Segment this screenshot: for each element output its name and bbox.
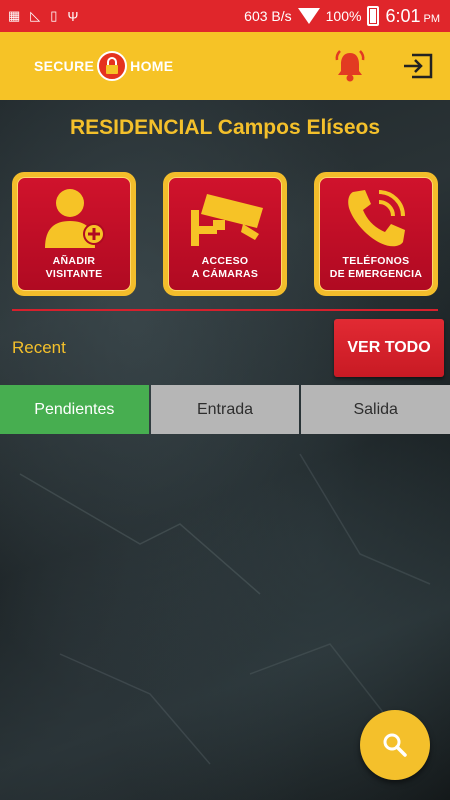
add-user-icon <box>12 186 136 250</box>
logo: SECURE HOME <box>34 51 173 81</box>
logo-text-left: SECURE <box>34 58 95 74</box>
action-tiles: AÑADIR VISITANTE ACCESO A CÁMARAS TELÉFO… <box>12 172 438 296</box>
view-all-button[interactable]: VER TODO <box>334 319 444 377</box>
notification-icons: ▦ ◺ ▯ Ψ <box>8 8 78 24</box>
logout-button[interactable] <box>400 48 436 84</box>
add-visitor-tile[interactable]: AÑADIR VISITANTE <box>12 172 136 296</box>
tab-entrada[interactable]: Entrada <box>150 385 300 434</box>
tab-salida[interactable]: Salida <box>301 385 450 434</box>
tile-label: TELÉFONOS DE EMERGENCIA <box>329 255 423 280</box>
wifi-icon <box>297 8 320 24</box>
sim-icon: ▯ <box>50 8 58 23</box>
lock-icon <box>97 51 128 81</box>
app-bar: SECURE HOME <box>0 32 450 100</box>
logout-icon <box>404 53 433 79</box>
residence-title: RESIDENCIAL Campos Elíseos <box>69 116 381 139</box>
phone-icon <box>314 186 438 250</box>
battery-percent: 100% <box>325 8 362 24</box>
tile-label: AÑADIR VISITANTE <box>45 255 103 280</box>
camera-icon <box>163 186 287 250</box>
bell-icon <box>335 50 365 82</box>
logo-text-right: HOME <box>130 58 174 74</box>
signal-off-icon: ◺ <box>30 8 41 23</box>
divider <box>12 309 438 311</box>
status-bar: ▦ ◺ ▯ Ψ 603 B/s 100% 6:01 PM <box>0 0 450 32</box>
camera-access-tile[interactable]: ACCESO A CÁMARAS <box>163 172 287 296</box>
recent-label: Recent <box>12 338 66 357</box>
net-speed: 603 B/s <box>244 8 292 24</box>
notification-icon: ▦ <box>8 8 21 23</box>
tile-label: ACCESO A CÁMARAS <box>191 255 259 280</box>
tab-pendientes[interactable]: Pendientes <box>0 385 149 434</box>
search-button[interactable] <box>360 710 430 780</box>
emergency-phones-tile[interactable]: TELÉFONOS DE EMERGENCIA <box>314 172 438 296</box>
battery-icon <box>367 6 380 26</box>
usb-icon: Ψ <box>67 8 79 24</box>
visit-tabs: Pendientes Entrada Salida <box>0 385 450 434</box>
search-icon <box>383 733 407 757</box>
notifications-button[interactable] <box>332 48 368 84</box>
clock: 6:01 PM <box>385 5 440 26</box>
